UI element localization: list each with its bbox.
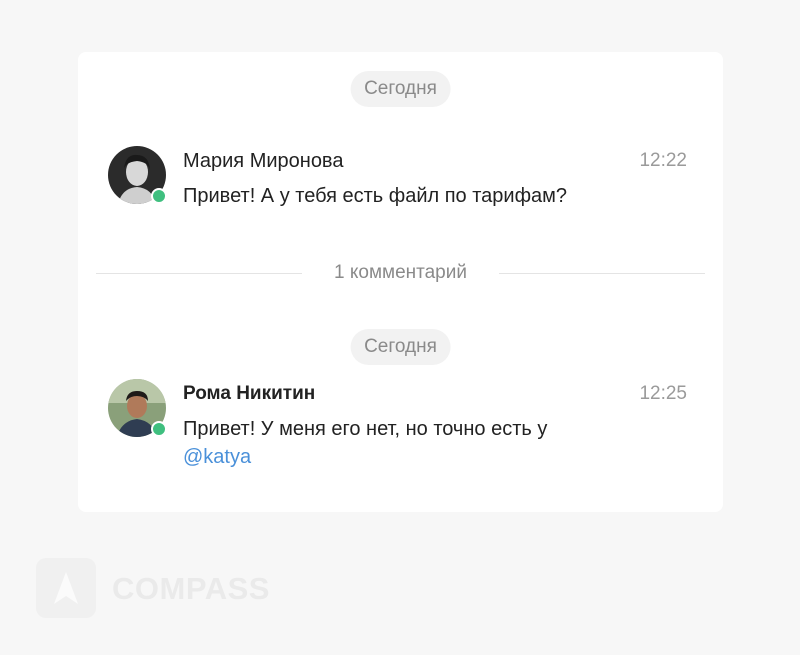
date-separator: Сегодня	[350, 329, 451, 365]
message-time: 12:22	[639, 150, 687, 171]
date-separator: Сегодня	[350, 71, 451, 107]
avatar[interactable]	[108, 146, 167, 204]
avatar[interactable]	[108, 379, 167, 437]
message-time: 12:25	[639, 383, 687, 404]
online-status-indicator	[151, 188, 167, 204]
brand-name: COMPASS	[112, 571, 270, 606]
message-text: Привет! А у тебя есть файл по тарифам?	[183, 185, 568, 207]
author-name[interactable]: Рома Никитин	[183, 383, 315, 405]
message-text-body: Привет! У меня его нет, но точно есть у	[183, 418, 548, 440]
divider-line	[499, 273, 705, 274]
chat-card: Сегодня Мария Миронова 12:22 Привет! А у…	[78, 52, 723, 512]
message-text: Привет! У меня его нет, но точно есть у …	[183, 415, 583, 471]
author-name[interactable]: Мария Миронова	[183, 150, 343, 173]
compass-logo-icon	[36, 558, 96, 618]
online-status-indicator	[151, 421, 167, 437]
comments-divider[interactable]: 1 комментарий	[96, 261, 705, 285]
user-mention-link[interactable]: @katya	[183, 446, 251, 468]
